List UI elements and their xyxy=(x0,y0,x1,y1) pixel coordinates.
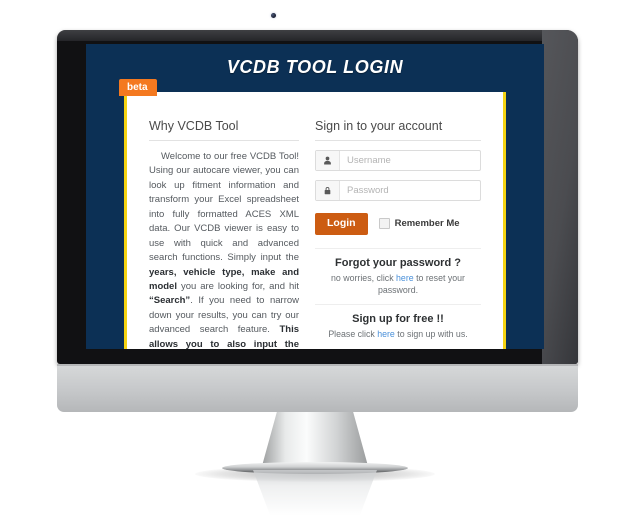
remember-me-checkbox[interactable] xyxy=(378,218,390,230)
info-column: Why VCDB Tool Welcome to our free VCDB T… xyxy=(149,119,315,349)
signup-title: Sign up for free !! xyxy=(352,313,444,326)
info-paragraph: Welcome to our free VCDB Tool! Using our… xyxy=(149,150,299,349)
username-input[interactable] xyxy=(340,151,480,170)
screen: VCDB TOOL LOGIN beta Why VCDB Tool Welco… xyxy=(86,44,544,349)
stand-reflection xyxy=(253,470,377,516)
forgot-password-title: Forgot your password ? xyxy=(335,256,461,269)
password-input[interactable] xyxy=(340,181,480,200)
paragraph-part-2: you are looking for, and hit xyxy=(176,280,299,292)
bezel-top-highlight xyxy=(57,30,578,41)
monitor-mockup: VCDB TOOL LOGIN beta Why VCDB Tool Welco… xyxy=(0,0,630,527)
page-title: VCDB TOOL LOGIN xyxy=(226,57,404,77)
monitor-stand-neck xyxy=(262,412,368,466)
login-button[interactable]: Login xyxy=(315,213,368,235)
forgot-text-before: no worries, click xyxy=(331,272,397,283)
webcam-icon xyxy=(271,13,276,18)
remember-me-label: Remember Me xyxy=(394,218,460,230)
reset-password-link[interactable]: here xyxy=(396,273,414,283)
beta-badge: beta xyxy=(119,79,157,96)
chin-edge xyxy=(57,364,578,366)
username-field[interactable] xyxy=(315,150,481,171)
signup-block: Sign up for free !! Please click here to… xyxy=(315,304,481,341)
bezel-right-highlight xyxy=(542,30,578,364)
info-heading: Why VCDB Tool xyxy=(149,119,299,141)
signup-text: Please click here to sign up with us. xyxy=(315,328,481,341)
remember-me-control[interactable]: Remember Me xyxy=(378,218,460,230)
forgot-password-text: no worries, click here to reset your pas… xyxy=(315,272,481,298)
login-card: beta Why VCDB Tool Welcome to our free V… xyxy=(119,79,506,349)
signup-text-before: Please click xyxy=(328,329,378,340)
signin-heading: Sign in to your account xyxy=(315,119,481,141)
paragraph-bold-2: “Search” xyxy=(149,295,191,307)
card-columns: Why VCDB Tool Welcome to our free VCDB T… xyxy=(127,92,503,349)
lock-icon xyxy=(316,181,340,200)
form-actions: Login Remember Me xyxy=(315,213,481,235)
paragraph-part-1: Welcome to our free VCDB Tool! Using our… xyxy=(149,151,299,264)
monitor-chin xyxy=(57,364,578,412)
user-icon xyxy=(316,151,340,170)
signup-text-after: to sign up with us. xyxy=(394,329,468,340)
signup-link[interactable]: here xyxy=(377,329,395,339)
password-field[interactable] xyxy=(315,180,481,201)
forgot-password-block: Forgot your password ? no worries, click… xyxy=(315,247,481,298)
signin-column: Sign in to your account Username Login R… xyxy=(315,119,481,349)
